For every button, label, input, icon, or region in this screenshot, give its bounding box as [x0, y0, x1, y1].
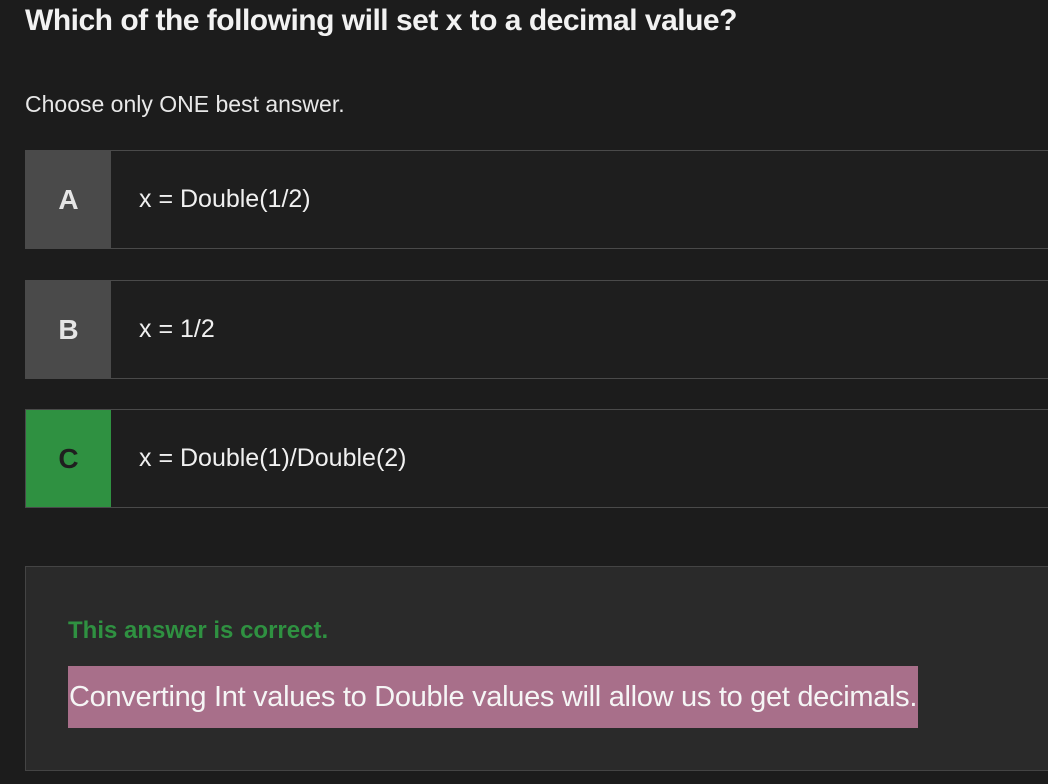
answer-option-b[interactable]: B x = 1/2 [25, 280, 1048, 379]
feedback-status: This answer is correct. [68, 617, 329, 644]
option-text-c: x = Double(1)/Double(2) [139, 444, 407, 472]
option-text-a: x = Double(1/2) [139, 185, 311, 213]
feedback-explanation: Converting Int values to Double values w… [68, 666, 919, 728]
option-letter-a: A [26, 151, 111, 248]
option-text-b: x = 1/2 [139, 315, 215, 343]
option-letter-c: C [26, 410, 111, 507]
feedback-panel: This answer is correct. Converting Int v… [25, 566, 1048, 771]
instruction-text: Choose only ONE best answer. [25, 91, 345, 117]
answer-option-c[interactable]: C x = Double(1)/Double(2) [25, 409, 1048, 508]
answer-option-a[interactable]: A x = Double(1/2) [25, 150, 1048, 249]
option-letter-b: B [26, 281, 111, 378]
question-title: Which of the following will set x to a d… [25, 4, 737, 37]
